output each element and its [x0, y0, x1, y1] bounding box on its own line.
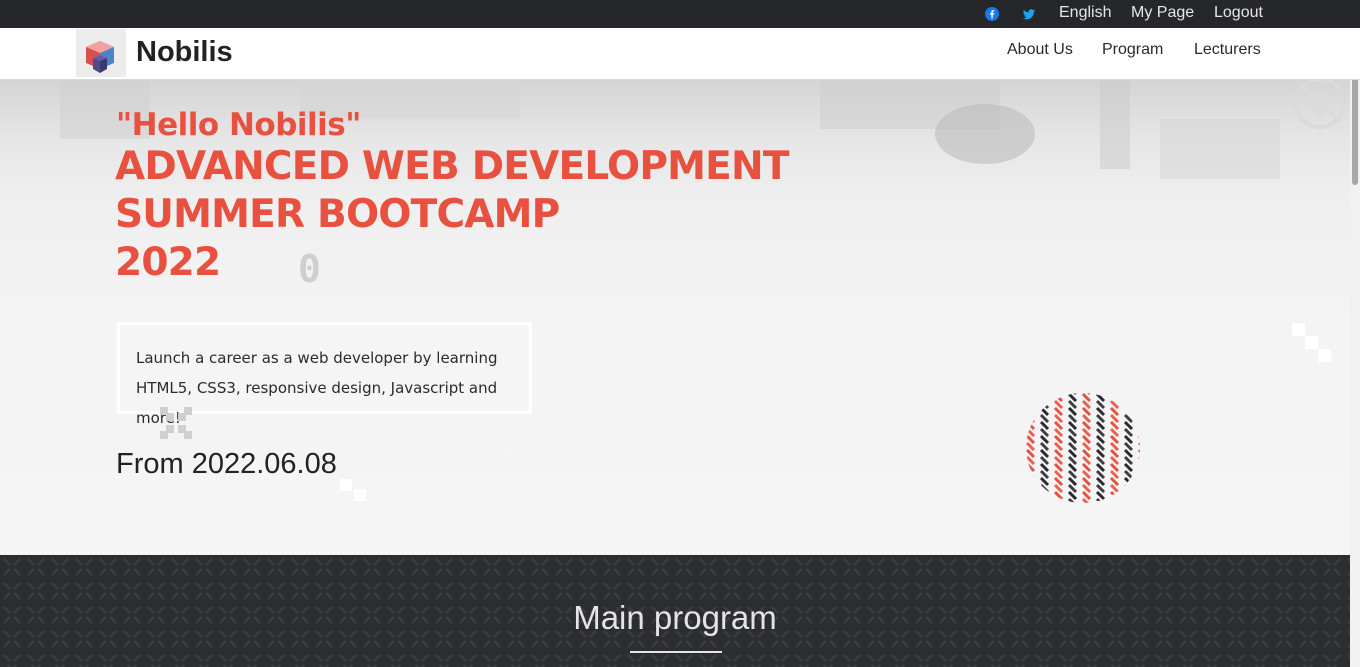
logout-link[interactable]: Logout — [1214, 4, 1263, 22]
description-line: HTML5, CSS3, responsive design, Javascri… — [136, 379, 498, 427]
nav-about-us[interactable]: About Us — [1007, 41, 1073, 59]
x-shape-decoration — [160, 407, 192, 439]
dash-pattern-circle-decoration — [1026, 393, 1140, 503]
hero-section: "Hello Nobilis" ADVANCED WEB DEVELOPMENT… — [0, 79, 1350, 555]
twitter-icon[interactable] — [1022, 7, 1036, 21]
hero-tagline: "Hello Nobilis" — [116, 107, 361, 143]
start-date: From 2022.06.08 — [116, 448, 337, 480]
facebook-icon[interactable] — [985, 7, 999, 21]
decorative-zero-glyph: 0 — [298, 247, 321, 291]
hero-description-box: Launch a career as a web developer by le… — [117, 322, 532, 427]
page-scrollbar[interactable] — [1350, 28, 1360, 667]
headline-line: ADVANCED WEB DEVELOPMENT — [115, 144, 789, 189]
headline-line: 2022 — [115, 240, 221, 285]
main-navbar: Nobilis About Us Program Lecturers — [0, 28, 1360, 80]
cube-logo-icon — [86, 41, 114, 73]
pixel-decoration — [1292, 323, 1331, 362]
logo[interactable] — [76, 29, 126, 77]
nav-lecturers[interactable]: Lecturers — [1194, 41, 1261, 59]
my-page-link[interactable]: My Page — [1131, 4, 1194, 22]
nav-program[interactable]: Program — [1102, 41, 1163, 59]
language-link[interactable]: English — [1059, 4, 1111, 22]
description-line: Launch a career as a web developer by le… — [136, 349, 498, 367]
top-utility-bar: English My Page Logout — [0, 0, 1360, 28]
pixel-decoration — [340, 479, 366, 501]
hero-description: Launch a career as a web developer by le… — [136, 343, 531, 433]
title-underline — [630, 651, 722, 653]
dollar-circle-icon: $ — [1294, 79, 1346, 129]
brand-name[interactable]: Nobilis — [136, 36, 233, 69]
hero-headline: ADVANCED WEB DEVELOPMENT SUMMER BOOTCAMP… — [115, 143, 789, 287]
headline-line: SUMMER BOOTCAMP — [115, 192, 560, 237]
main-program-section: Main program — [0, 555, 1350, 667]
section-title: Main program — [573, 599, 777, 636]
